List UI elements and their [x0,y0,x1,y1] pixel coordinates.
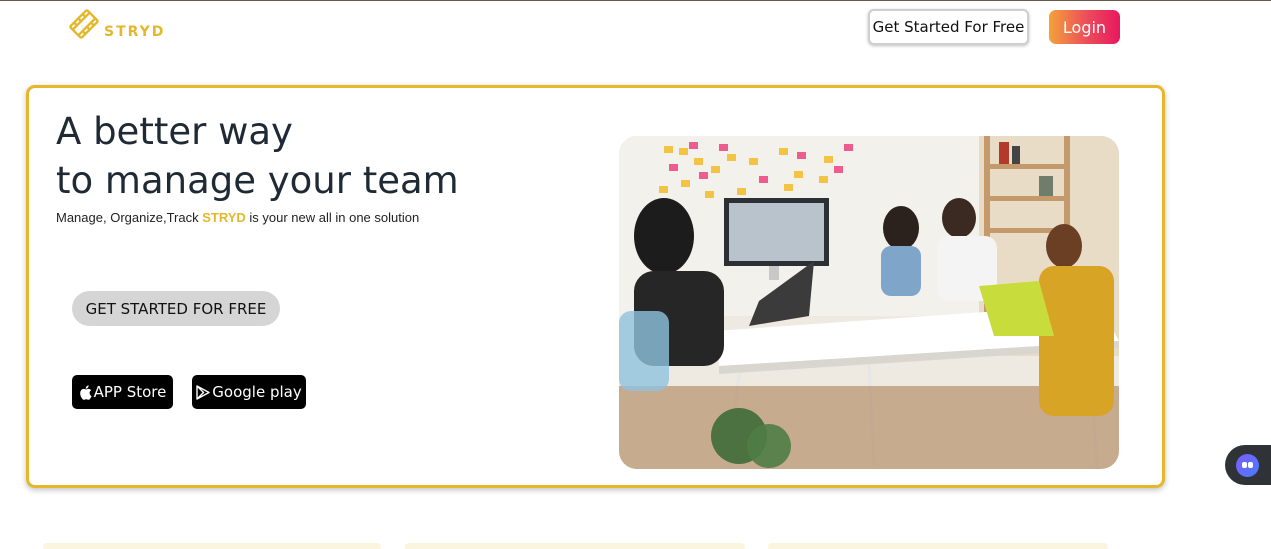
google-play-button[interactable]: Google play [192,375,306,409]
app-store-label: APP Store [93,383,167,401]
get-started-header-button[interactable]: Get Started For Free [868,9,1029,45]
get-started-cta-button[interactable]: GET STARTED FOR FREE [72,291,280,326]
feature-card-3 [768,543,1108,549]
team-meeting-photo [619,136,1119,469]
hero-tagline: Manage, Organize,Track STRYD is your new… [56,210,419,225]
feature-card-2 [405,543,745,549]
hero-title-line-1: A better way [56,110,293,153]
hero-title-line-2: to manage your team [56,159,459,202]
logo-text: STRYD [104,24,166,40]
chat-widget-button[interactable] [1225,445,1271,485]
tagline-brand: STRYD [202,210,246,225]
chat-bot-icon [1236,454,1259,477]
hero-title: A better way to manage your team [56,107,459,205]
play-store-icon [196,384,210,400]
logo[interactable]: STRYD [66,7,165,41]
feature-card-1 [43,543,381,549]
hero-card: A better way to manage your team Manage,… [26,85,1165,488]
film-strip-logo-icon [69,9,99,39]
tagline-suffix: is your new all in one solution [245,210,420,225]
app-store-button[interactable]: APP Store [72,375,173,409]
google-play-label: Google play [212,383,302,401]
apple-icon [79,384,92,400]
login-button[interactable]: Login [1049,10,1120,44]
tagline-prefix: Manage, Organize,Track [56,210,203,225]
